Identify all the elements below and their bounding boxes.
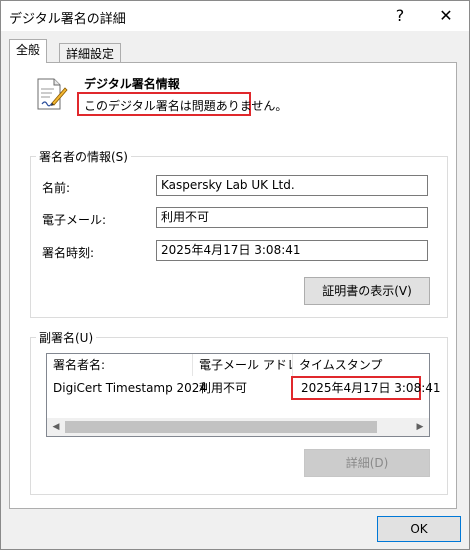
- column-header-timestamp[interactable]: タイムスタンプ: [293, 354, 429, 376]
- close-button[interactable]: ✕: [423, 1, 469, 31]
- signature-info-heading: デジタル署名情報: [84, 77, 180, 91]
- scroll-right-icon[interactable]: ▶: [411, 418, 429, 436]
- countersignature-group-label: 副署名(U): [36, 329, 97, 346]
- horizontal-scrollbar[interactable]: ◀ ▶: [47, 418, 429, 436]
- general-tab-page: デジタル署名情報 このデジタル署名は問題ありません。 署名者の情報(S) 名前:…: [9, 62, 457, 509]
- signed-document-icon: [37, 78, 68, 110]
- countersignature-list[interactable]: 署名者名: 電子メール アドレ... タイムスタンプ DigiCert Time…: [46, 353, 441, 437]
- title-bar: デジタル署名の詳細 ? ✕: [1, 1, 469, 31]
- view-certificate-button[interactable]: 証明書の表示(V): [304, 277, 430, 305]
- window-title: デジタル署名の詳細: [9, 12, 126, 27]
- column-header-signer-name[interactable]: 署名者名:: [47, 354, 193, 376]
- list-item-timestamp[interactable]: 2025年4月17日 3:08:41: [301, 378, 441, 398]
- email-label: 電子メール:: [42, 213, 107, 227]
- scroll-left-icon[interactable]: ◀: [47, 418, 65, 436]
- name-field[interactable]: Kaspersky Lab UK Ltd.: [156, 175, 428, 196]
- scroll-thumb[interactable]: [65, 421, 377, 433]
- tab-advanced[interactable]: 詳細設定: [59, 43, 122, 64]
- signer-info-group-label: 署名者の情報(S): [36, 148, 131, 165]
- list-item-signer-name[interactable]: DigiCert Timestamp 2024: [53, 378, 207, 398]
- help-button[interactable]: ?: [377, 1, 423, 31]
- name-label: 名前:: [42, 181, 71, 195]
- signing-time-field[interactable]: 2025年4月17日 3:08:41: [156, 240, 428, 261]
- signing-time-label: 署名時刻:: [42, 246, 95, 260]
- column-header-email[interactable]: 電子メール アドレ...: [193, 354, 293, 376]
- list-item-email[interactable]: 利用不可: [199, 378, 247, 398]
- details-button[interactable]: 詳細(D): [304, 449, 430, 477]
- digital-signature-details-dialog: デジタル署名の詳細 ? ✕ 全般 詳細設定 デジタル署名情報 このデジタル署名は…: [0, 0, 470, 550]
- signature-status-text: このデジタル署名は問題ありません。: [84, 99, 288, 113]
- email-field[interactable]: 利用不可: [156, 207, 428, 228]
- ok-button[interactable]: OK: [377, 516, 461, 542]
- tab-general[interactable]: 全般: [9, 39, 48, 63]
